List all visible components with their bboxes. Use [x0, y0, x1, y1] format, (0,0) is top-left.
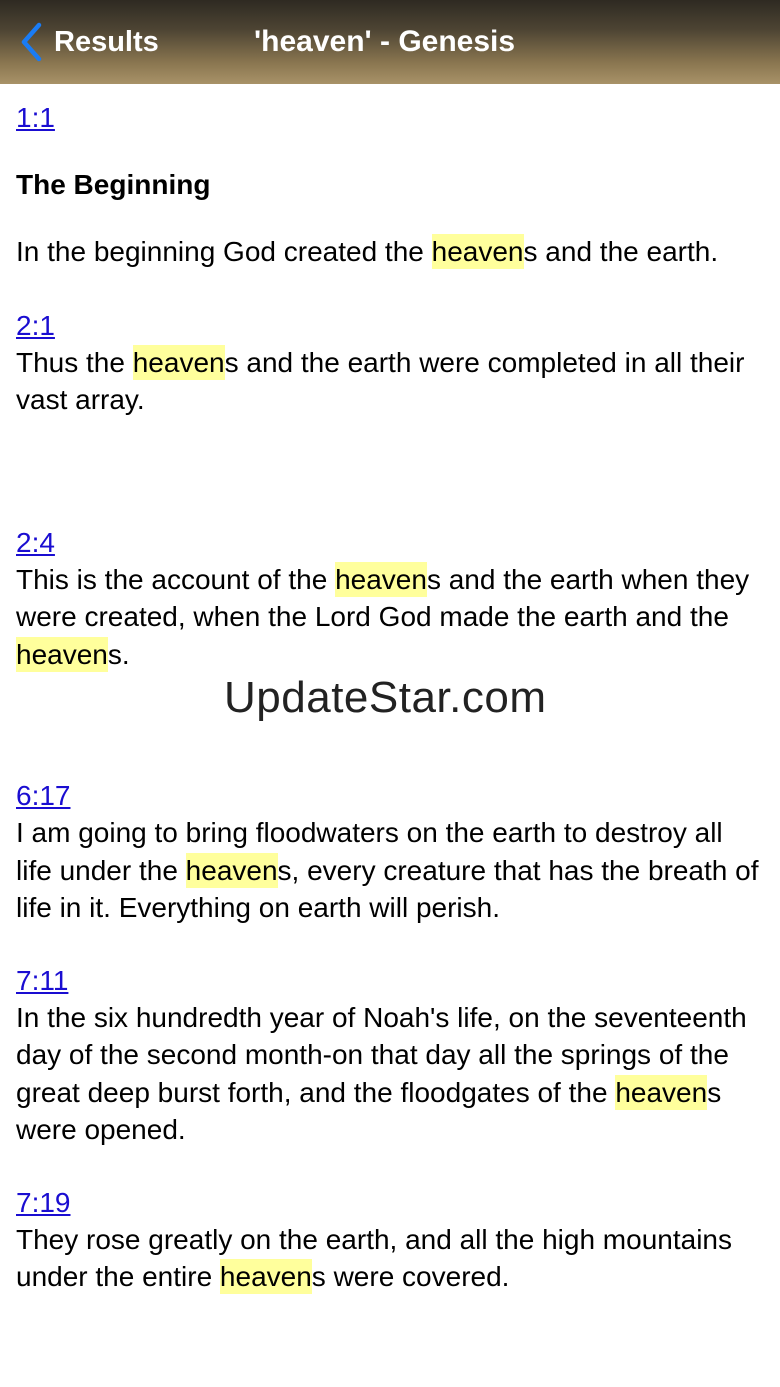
verse-ref-link[interactable]: 1:1: [16, 100, 55, 136]
result-item: 1:1 The Beginning In the beginning God c…: [16, 100, 766, 271]
chevron-left-icon: [21, 22, 42, 62]
verse-text-part: s.: [107, 638, 130, 670]
verse-text: In the six hundredth year of Noah's life…: [16, 999, 766, 1149]
verse-text-part: This is the account of the: [16, 563, 336, 595]
watermark-text: UpdateStar.com: [224, 673, 547, 722]
verse-ref-link[interactable]: 2:1: [16, 308, 55, 344]
search-highlight: heaven: [185, 852, 278, 888]
result-item: 6:17 I am going to bring floodwaters on …: [16, 778, 766, 927]
verse-ref-link[interactable]: 7:11: [16, 963, 68, 999]
back-button[interactable]: Results: [20, 20, 159, 64]
search-highlight: heaven: [219, 1259, 312, 1294]
verse-text: They rose greatly on the earth, and all …: [16, 1221, 766, 1296]
result-item: 7:19 They rose greatly on the earth, and…: [16, 1185, 766, 1296]
result-item: 2:1 Thus the heavens and the earth were …: [16, 308, 766, 419]
nav-bar: Results 'heaven' - Genesis: [0, 0, 780, 84]
search-highlight: heaven: [16, 636, 108, 672]
verse-ref-link[interactable]: 6:17: [16, 778, 71, 814]
page-title: 'heaven' - Genesis: [254, 25, 516, 58]
verse-text-part: Thus the: [16, 346, 133, 378]
verse-text: Thus the heavens and the earth were comp…: [16, 344, 766, 419]
back-button-label: Results: [54, 25, 159, 58]
verse-text-part: In the beginning God created the: [16, 236, 432, 267]
section-heading: The Beginning: [16, 169, 211, 200]
verse-ref-link[interactable]: 7:19: [16, 1185, 71, 1221]
verse-ref-link[interactable]: 2:4: [16, 525, 55, 561]
result-item: 2:4 This is the account of the heavens a…: [16, 525, 766, 674]
verse-text-part: s and the earth.: [523, 236, 719, 267]
search-highlight: heaven: [335, 561, 427, 597]
verse-text: This is the account of the heavens and t…: [16, 561, 766, 674]
search-highlight: heaven: [132, 344, 225, 380]
search-highlight: heaven: [615, 1074, 708, 1110]
result-item: 7:11 In the six hundredth year of Noah's…: [16, 963, 766, 1149]
search-highlight: heaven: [431, 234, 524, 269]
verse-text-part: s were covered.: [311, 1261, 510, 1292]
verse-text: In the beginning God created the heavens…: [16, 233, 766, 271]
verse-text: I am going to bring floodwaters on the e…: [16, 814, 766, 927]
